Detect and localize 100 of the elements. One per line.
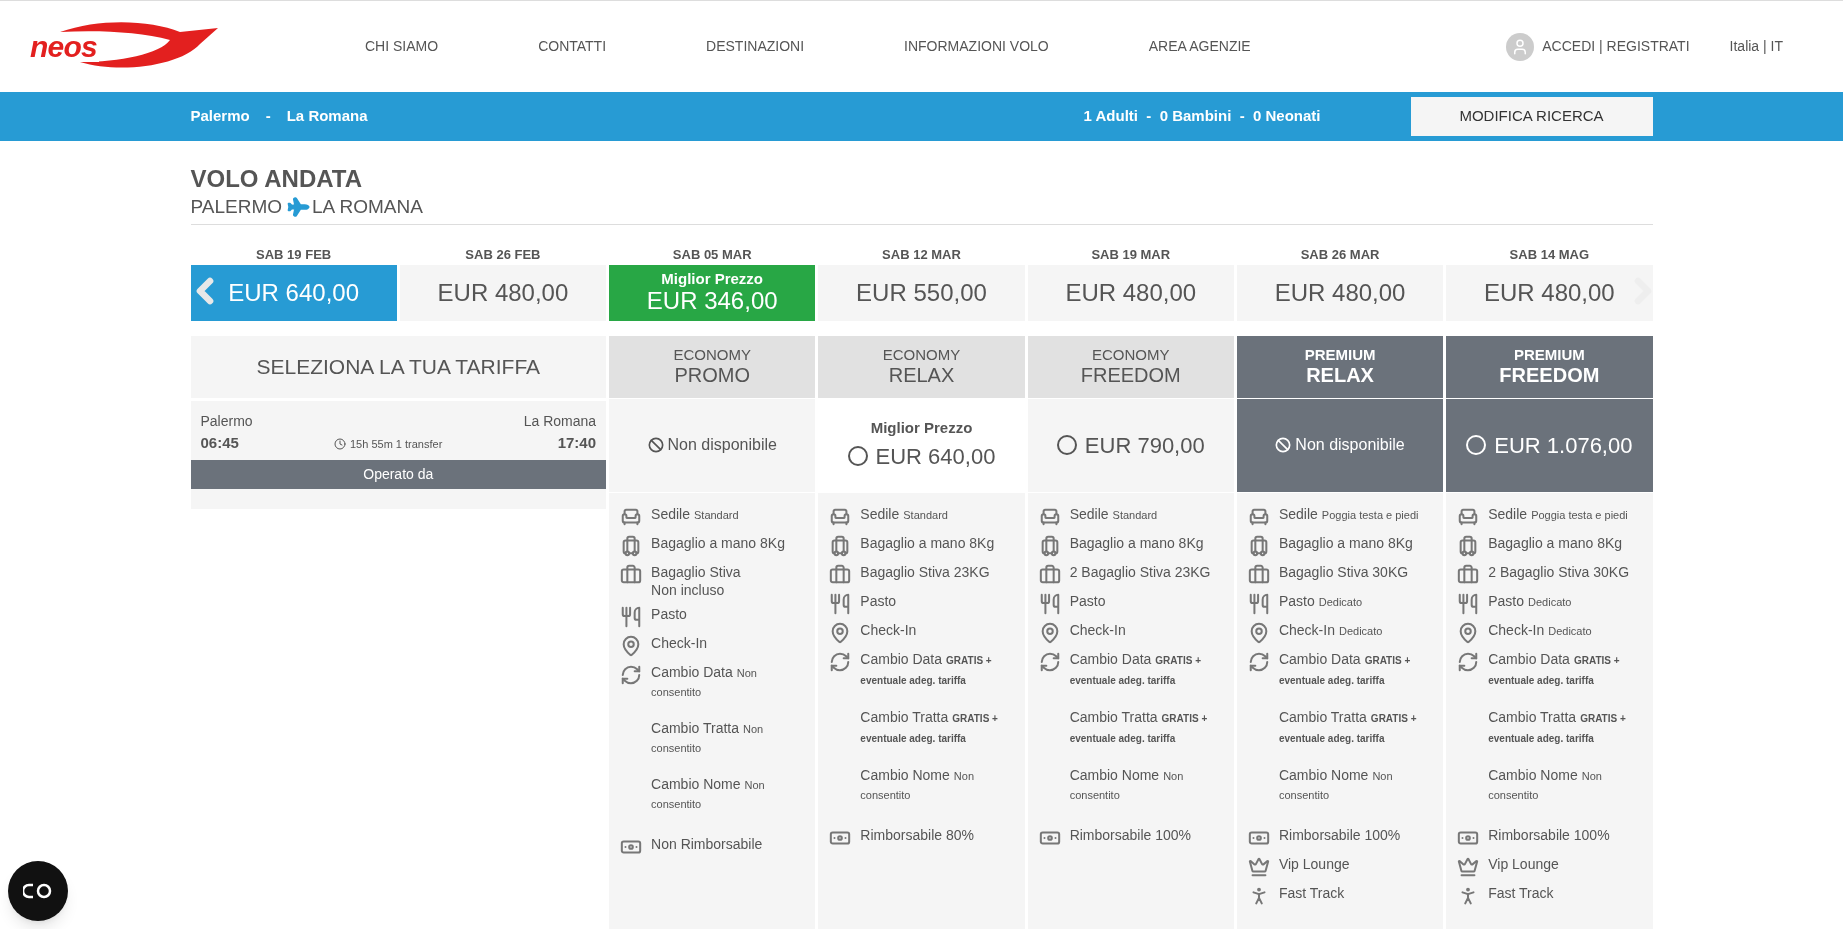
feature-text: Cambio Nome Non consentito	[651, 774, 766, 812]
flight-direction-title: VOLO ANDATA	[190, 165, 364, 193]
passenger-summary: 1 Adulti - 0 Bambini - 0 Neonati	[1083, 106, 1321, 127]
nav-link[interactable]: AREA AGENZIE	[1148, 36, 1251, 57]
feature-text: Cambio Nome Non consentito	[1278, 765, 1394, 803]
date-price-tab[interactable]: EUR 480,00	[1446, 264, 1653, 321]
date-price-tab[interactable]: EUR 480,00	[399, 264, 607, 321]
origin-city: Palermo	[190, 106, 250, 127]
clock-icon	[334, 437, 346, 450]
feature-text: Sedile Standard	[860, 504, 948, 524]
bag-icon	[1247, 563, 1270, 586]
feature-text: Cambio Data GRATIS + eventuale adeg. tariffa	[860, 649, 993, 688]
cutlery-icon	[1457, 592, 1480, 615]
radio-icon	[1056, 435, 1077, 455]
fare-tier-label: ECONOMY	[673, 346, 751, 363]
date-price-tab[interactable]: EUR 480,00	[1236, 264, 1444, 321]
best-price-label: Miglior Prezzo	[661, 270, 764, 287]
fare-tier-label: PREMIUM	[1513, 346, 1585, 363]
feature-text: Sedile Poggia testa e piedi	[1488, 504, 1628, 524]
departure-city: Palermo	[200, 411, 253, 431]
date-label: SAB 19 FEB	[256, 245, 332, 264]
feature-text: Rimborsabile 100%	[1488, 825, 1610, 845]
destination-city: La Romana	[286, 106, 368, 127]
feature-text: Bagaglio a mano 8Kg	[651, 533, 785, 553]
route-separator: -	[265, 106, 271, 127]
cookie-consent-button[interactable]	[8, 861, 68, 921]
feature-text: Sedile Poggia testa e piedi	[1278, 504, 1419, 524]
crown-icon	[1247, 855, 1270, 878]
nav-link[interactable]: CHI SIAMO	[365, 36, 439, 57]
feature-text: 2 Bagaglio Stiva 23KG	[1069, 562, 1211, 582]
date-label: SAB 26 FEB	[465, 245, 541, 264]
feature-text: Pasto Dedicato	[1278, 591, 1363, 611]
refresh-icon	[1457, 650, 1480, 673]
feature-text: Fast Track	[1488, 883, 1554, 903]
crown-icon	[1457, 855, 1480, 878]
unavailable-text: Non disponibile	[667, 435, 777, 455]
feature-text: Check-In	[651, 633, 708, 653]
flight-duration: 15h 55m 1 transfer	[350, 436, 443, 452]
fare-tier-label: PREMIUM	[1304, 346, 1376, 363]
feature-text: Cambio Tratta GRATIS + eventuale adeg. tariffa	[1069, 707, 1209, 746]
feature-text: Cambio Tratta GRATIS + eventuale adeg. tariffa	[860, 707, 999, 746]
route-origin: PALERMO	[190, 195, 282, 219]
feature-text: Rimborsabile 100%	[1069, 825, 1192, 845]
feature-text: Cambio Nome Non consentito	[860, 765, 975, 803]
date-label: SAB 12 MAR	[882, 245, 961, 264]
fare-radio-option[interactable]: EUR 640,00	[847, 439, 996, 473]
fare-radio-option[interactable]: EUR 1.076,00	[1466, 428, 1633, 462]
bag-icon	[620, 563, 643, 586]
feature-text: Fast Track	[1278, 883, 1345, 903]
route-destination: LA ROMANA	[312, 195, 423, 219]
date-label: SAB 26 MAR	[1300, 245, 1380, 264]
feature-text: Bagaglio a mano 8Kg	[860, 533, 995, 553]
fare-name: RELAX	[888, 363, 955, 387]
date-label: SAB 14 MAG	[1509, 245, 1590, 264]
unavailable-icon	[1275, 437, 1292, 453]
feature-text: Bagaglio a mano 8Kg	[1278, 533, 1413, 553]
refresh-icon	[620, 663, 643, 686]
feature-text: Cambio Tratta GRATIS + eventuale adeg. tariffa	[1278, 707, 1418, 746]
language-link[interactable]: Italia | IT	[1729, 36, 1783, 57]
fare-tier-label: ECONOMY	[882, 346, 961, 363]
bag-icon	[829, 563, 852, 586]
feature-text: Vip Lounge	[1278, 854, 1350, 874]
nav-link[interactable]: INFORMAZIONI VOLO	[904, 36, 1049, 57]
date-label: SAB 05 MAR	[672, 245, 752, 264]
radio-icon	[847, 446, 868, 467]
feature-text: Bagaglio Stiva 23KG	[860, 562, 990, 582]
feature-text: Check-In	[1069, 620, 1126, 640]
bag-icon	[1457, 563, 1480, 586]
date-price-tab[interactable]: EUR 550,00	[818, 264, 1025, 321]
bag-icon	[1038, 563, 1061, 586]
radio-icon	[1466, 435, 1487, 455]
cutlery-icon	[620, 605, 643, 628]
feature-text: 2 Bagaglio Stiva 30KG	[1488, 562, 1630, 582]
feature-text: Cambio Nome Non consentito	[1488, 765, 1603, 803]
login-link[interactable]: ACCEDI | REGISTRATI	[1542, 36, 1690, 57]
modify-search-button[interactable]: MODIFICA RICERCA	[1410, 97, 1653, 136]
feature-text: Cambio Data Non consentito	[651, 662, 758, 700]
cutlery-icon	[1247, 592, 1270, 615]
fare-name: FREEDOM	[1499, 363, 1600, 387]
feature-text: Pasto	[1069, 591, 1106, 611]
feature-text: Check-In Dedicato	[1278, 620, 1383, 640]
toggle-icon	[23, 883, 53, 899]
user-avatar-icon	[1506, 32, 1535, 61]
feature-text: Pasto	[860, 591, 897, 611]
fare-radio-option[interactable]: EUR 790,00	[1056, 428, 1205, 462]
feature-text: Bagaglio Stiva Non incluso	[651, 562, 741, 599]
nav-link[interactable]: DESTINAZIONI	[706, 36, 805, 57]
fare-panel-title: SELEZIONA LA TUA TARIFFA	[256, 353, 541, 380]
feature-text: Sedile Standard	[1069, 504, 1158, 524]
refresh-icon	[1038, 650, 1061, 673]
fare-tier-label: ECONOMY	[1092, 346, 1170, 363]
arrival-city: La Romana	[523, 411, 597, 431]
feature-text: Bagaglio Stiva 30KG	[1278, 562, 1409, 582]
feature-text: Rimborsabile 100%	[1278, 825, 1401, 845]
departure-time: 06:45	[200, 432, 240, 453]
date-label: SAB 19 MAR	[1091, 245, 1171, 264]
feature-text: Cambio Data GRATIS + eventuale adeg. tariffa	[1069, 649, 1202, 688]
operator-bar: Operato da	[190, 460, 607, 489]
nav-link[interactable]: CONTATTI	[538, 36, 607, 57]
date-price-tab[interactable]: EUR 480,00	[1027, 264, 1234, 321]
